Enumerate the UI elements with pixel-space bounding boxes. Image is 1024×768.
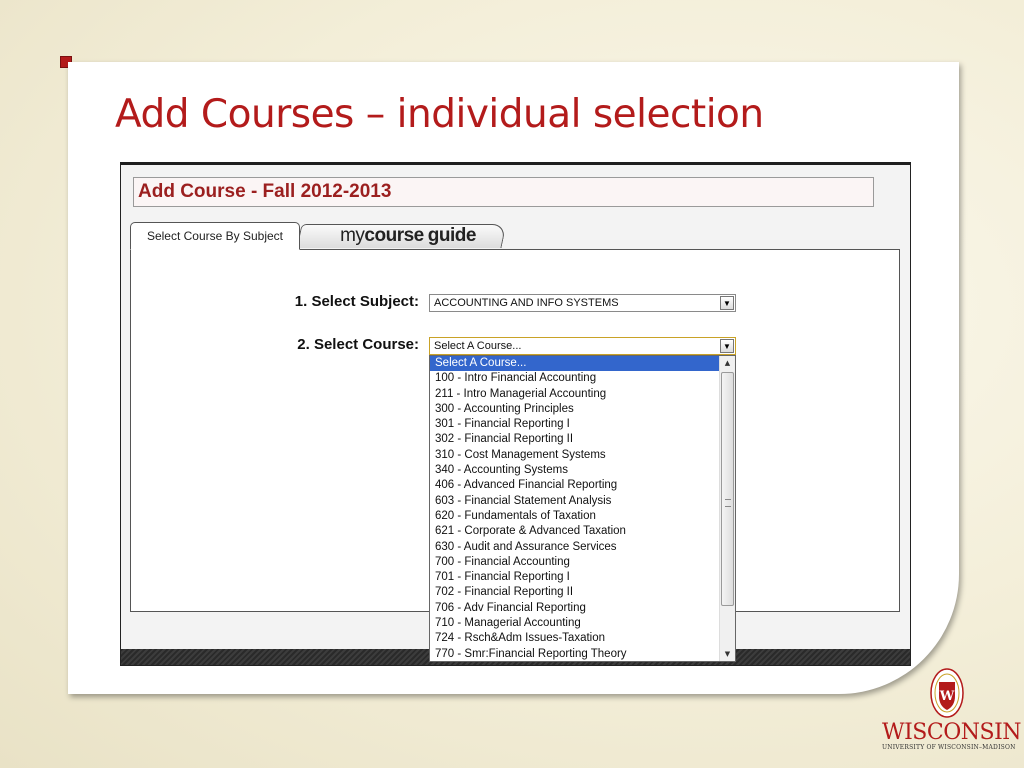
course-option[interactable]: 770 - Smr:Financial Reporting Theory xyxy=(430,647,719,661)
course-option[interactable]: 406 - Advanced Financial Reporting xyxy=(430,478,719,493)
tab-divider xyxy=(504,249,900,250)
course-option[interactable]: Select A Course... xyxy=(430,356,719,372)
course-option[interactable]: 603 - Financial Statement Analysis xyxy=(430,494,719,509)
course-option[interactable]: 710 - Managerial Accounting xyxy=(430,616,719,631)
course-select[interactable]: Select A Course... ▼ xyxy=(429,337,736,355)
course-option[interactable]: 701 - Financial Reporting I xyxy=(430,570,719,585)
course-option[interactable]: 302 - Financial Reporting II xyxy=(430,432,719,447)
course-option[interactable]: 706 - Adv Financial Reporting xyxy=(430,601,719,616)
crest-letter: W xyxy=(939,689,955,704)
course-dropdown-list[interactable]: Select A Course... 100 - Intro Financial … xyxy=(429,355,736,662)
scroll-up-icon[interactable]: ▲ xyxy=(720,356,735,370)
course-option[interactable]: 100 - Intro Financial Accounting xyxy=(430,371,719,386)
app-screenshot: Add Course - Fall 2012-2013 my course guid… xyxy=(120,162,911,666)
subject-select-value: ACCOUNTING AND INFO SYSTEMS xyxy=(434,297,619,309)
scrollbar-thumb[interactable] xyxy=(721,372,734,606)
course-label: 2. Select Course: xyxy=(297,336,419,353)
tab-mycourseguide-guide: guide xyxy=(427,225,477,246)
tab-mycourseguide-my: my xyxy=(340,225,365,246)
tab-mycourseguide-course: course xyxy=(364,225,424,246)
uw-madison-logo: W WISCONSIN UNIVERSITY OF WISCONSIN–MADI… xyxy=(882,668,1022,758)
course-option[interactable]: 621 - Corporate & Advanced Taxation xyxy=(430,524,719,539)
dropdown-scrollbar[interactable]: ▲ ▼ xyxy=(719,356,735,661)
course-option[interactable]: 702 - Financial Reporting II xyxy=(430,585,719,600)
course-option[interactable]: 300 - Accounting Principles xyxy=(430,402,719,417)
course-options: Select A Course... 100 - Intro Financial … xyxy=(430,356,719,661)
page-header-title: Add Course - Fall 2012-2013 xyxy=(138,181,392,202)
subject-label: 1. Select Subject: xyxy=(294,293,419,310)
course-option[interactable]: 211 - Intro Managerial Accounting xyxy=(430,387,719,402)
course-option[interactable]: 620 - Fundamentals of Taxation xyxy=(430,509,719,524)
brand-subtitle: UNIVERSITY OF WISCONSIN–MADISON xyxy=(882,744,1016,751)
tab-select-by-subject-label: Select Course By Subject xyxy=(146,229,284,243)
course-option[interactable]: 310 - Cost Management Systems xyxy=(430,448,719,463)
chevron-down-icon[interactable]: ▼ xyxy=(720,296,734,310)
tab-mycourseguide[interactable]: my course guide xyxy=(313,225,503,247)
chevron-down-icon[interactable]: ▼ xyxy=(720,339,734,353)
slide-title: Add Courses – individual selection xyxy=(115,92,764,137)
course-option[interactable]: 700 - Financial Accounting xyxy=(430,555,719,570)
course-option[interactable]: 340 - Accounting Systems xyxy=(430,463,719,478)
crest-icon: W xyxy=(930,668,964,718)
scroll-down-icon[interactable]: ▼ xyxy=(720,647,735,661)
page-header: Add Course - Fall 2012-2013 xyxy=(133,177,874,207)
tab-select-by-subject[interactable]: Select Course By Subject xyxy=(130,222,300,250)
subject-select[interactable]: ACCOUNTING AND INFO SYSTEMS ▼ xyxy=(429,294,736,312)
course-option[interactable]: 724 - Rsch&Adm Issues-Taxation xyxy=(430,631,719,646)
brand-name: WISCONSIN xyxy=(882,720,1022,745)
course-option[interactable]: 301 - Financial Reporting I xyxy=(430,417,719,432)
course-select-value: Select A Course... xyxy=(434,340,522,352)
course-option[interactable]: 630 - Audit and Assurance Services xyxy=(430,540,719,555)
grip-icon xyxy=(725,499,731,507)
